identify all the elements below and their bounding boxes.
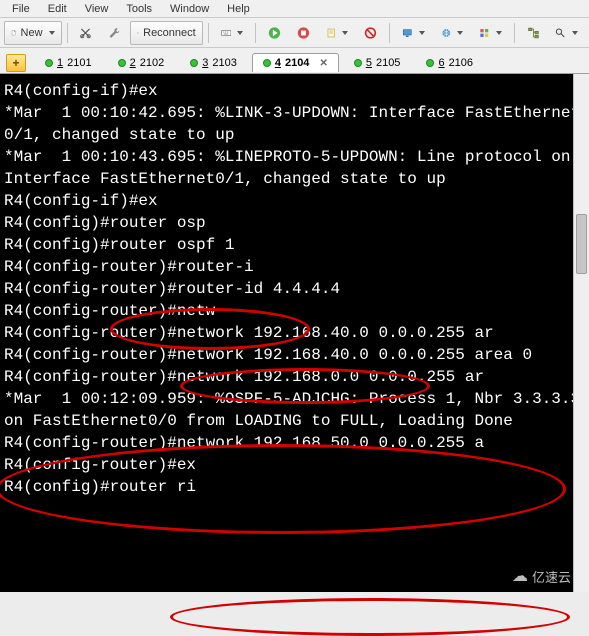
monitor-icon [402, 25, 413, 41]
tab-2105[interactable]: 5 2105 [343, 53, 412, 72]
script-button[interactable] [319, 21, 356, 45]
tab-label: 2103 [212, 57, 236, 69]
status-dot-icon [426, 59, 434, 67]
tab-2103[interactable]: 3 2103 [179, 53, 248, 72]
find-button[interactable] [548, 21, 585, 45]
menu-file[interactable]: File [4, 2, 38, 16]
palette-icon [479, 25, 490, 41]
globe-icon [441, 25, 452, 41]
toolbar-separator [389, 23, 390, 43]
stop-button[interactable] [290, 21, 317, 45]
tab-label: 2101 [67, 57, 91, 69]
chevron-down-icon [457, 31, 463, 35]
tab-hotkey: 1 [57, 57, 63, 69]
tab-label: 2106 [449, 57, 473, 69]
tab-label: 2104 [285, 57, 309, 69]
status-dot-icon [45, 59, 53, 67]
chevron-down-icon [419, 31, 425, 35]
terminal-output[interactable]: R4(config-if)#ex *Mar 1 00:10:42.695: %L… [0, 74, 589, 592]
tab-2106[interactable]: 6 2106 [415, 53, 484, 72]
menu-bar: File Edit View Tools Window Help [0, 0, 589, 18]
tab-2101[interactable]: 1 2101 [34, 53, 103, 72]
keyboard-button[interactable] [214, 21, 251, 45]
terminal-pane: R4(config-if)#ex *Mar 1 00:10:42.695: %L… [0, 74, 589, 592]
screen-button[interactable] [395, 21, 432, 45]
globe-button[interactable] [434, 21, 471, 45]
menu-window[interactable]: Window [162, 2, 217, 16]
tab-label: 2102 [140, 57, 164, 69]
tab-bar: + 1 2101 2 2102 3 2103 4 2104 ✕ 5 2105 6… [0, 48, 589, 74]
wrench-icon [108, 25, 121, 41]
cancel-icon [364, 25, 377, 41]
refresh-icon [137, 25, 139, 41]
annotation-ellipse [170, 598, 570, 636]
status-dot-icon [118, 59, 126, 67]
tree-icon [527, 25, 540, 41]
tree-button[interactable] [520, 21, 547, 45]
scissors-icon [79, 25, 92, 41]
toolbar-separator [255, 23, 256, 43]
scrollbar[interactable] [573, 74, 589, 592]
chevron-down-icon [49, 31, 55, 35]
run-button[interactable] [261, 21, 288, 45]
tab-2102[interactable]: 2 2102 [107, 53, 176, 72]
tab-label: 2105 [376, 57, 400, 69]
tab-hotkey: 2 [130, 57, 136, 69]
menu-edit[interactable]: Edit [40, 2, 75, 16]
tab-hotkey: 6 [438, 57, 444, 69]
tab-hotkey: 5 [366, 57, 372, 69]
add-tab-button[interactable]: + [6, 54, 26, 72]
scroll-thumb[interactable] [576, 214, 587, 274]
status-dot-icon [190, 59, 198, 67]
toolbar: New Reconnect [0, 18, 589, 48]
chevron-down-icon [237, 31, 243, 35]
tab-hotkey: 3 [202, 57, 208, 69]
play-icon [268, 25, 281, 41]
toolbar-separator [67, 23, 68, 43]
tab-2104[interactable]: 4 2104 ✕ [252, 53, 339, 72]
menu-help[interactable]: Help [219, 2, 258, 16]
menu-tools[interactable]: Tools [118, 2, 160, 16]
status-dot-icon [263, 59, 271, 67]
document-icon [11, 25, 17, 41]
search-icon [555, 25, 566, 41]
scroll-icon [326, 25, 337, 41]
wrench-button[interactable] [101, 21, 128, 45]
scissors-button[interactable] [72, 21, 99, 45]
menu-view[interactable]: View [77, 2, 117, 16]
status-dot-icon [354, 59, 362, 67]
chevron-down-icon [496, 31, 502, 35]
color-button[interactable] [472, 21, 509, 45]
chevron-down-icon [572, 31, 578, 35]
new-button-label: New [21, 27, 43, 39]
reconnect-button[interactable]: Reconnect [130, 21, 203, 45]
toolbar-separator [514, 23, 515, 43]
new-button[interactable]: New [4, 21, 62, 45]
tab-hotkey: 4 [275, 57, 281, 69]
stop-icon [297, 25, 310, 41]
toolbar-separator [208, 23, 209, 43]
chevron-down-icon [342, 31, 348, 35]
keyboard-icon [221, 25, 232, 41]
close-icon[interactable]: ✕ [319, 58, 327, 69]
reconnect-button-label: Reconnect [143, 27, 196, 39]
abort-button[interactable] [357, 21, 384, 45]
